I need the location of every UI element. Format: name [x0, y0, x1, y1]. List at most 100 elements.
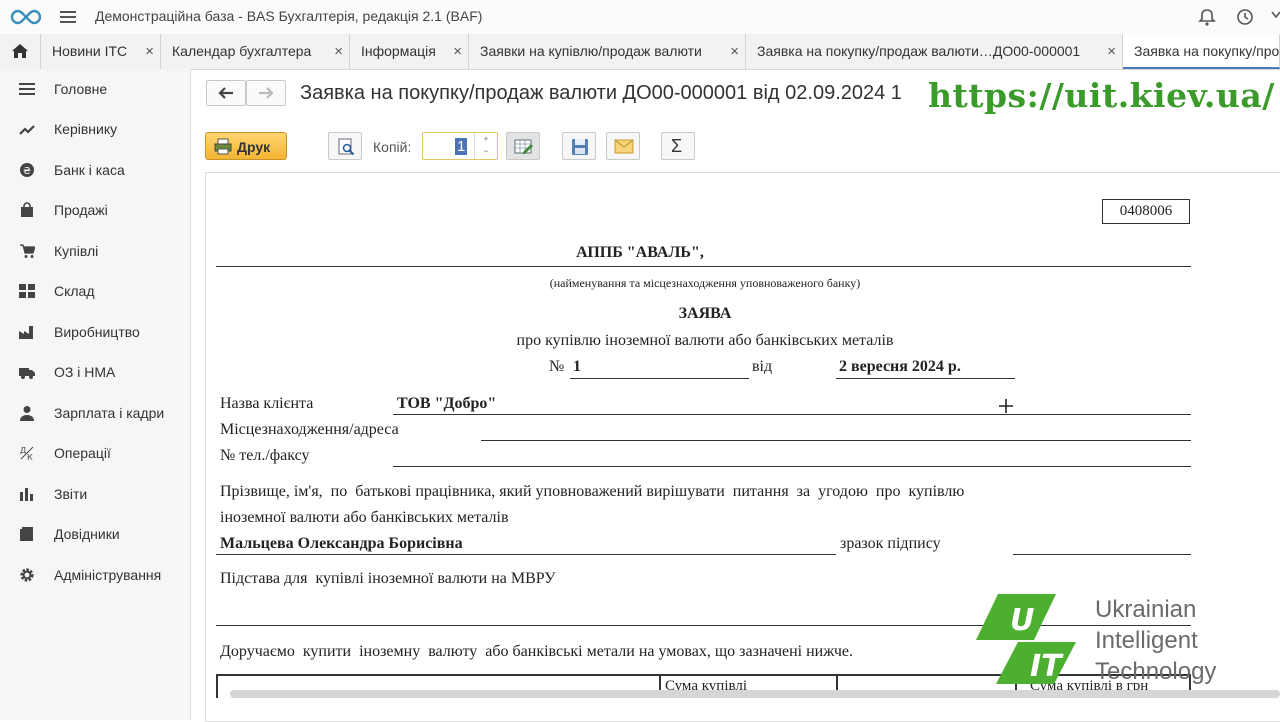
bank-caption: (найменування та місцезнаходження уповно… — [549, 276, 861, 290]
print-button-label: Друк — [237, 139, 271, 155]
save-icon — [572, 139, 588, 155]
copies-value[interactable]: 1 — [455, 138, 468, 155]
gear-icon — [20, 568, 34, 582]
sidebar-item-label: Звіти — [54, 486, 88, 502]
tab-bar: Новини ITC × Календар бухгалтера × Інформа… — [0, 34, 1280, 70]
sidebar-item-fixed-assets[interactable]: ОЗ і НМА — [0, 352, 190, 392]
sidebar-item-sales[interactable]: Продажі — [0, 190, 190, 230]
tab-label: Новини ITC — [52, 43, 128, 59]
sidebar-item-label: Довідники — [54, 526, 120, 542]
uit-line: Technology — [1095, 658, 1217, 685]
date-label: від — [752, 358, 773, 375]
uit-line: Intelligent — [1095, 627, 1198, 654]
sidebar-item-manager[interactable]: Керівнику — [0, 109, 190, 149]
svg-text:U: U — [1010, 603, 1034, 638]
tab-information[interactable]: Інформація × — [350, 34, 469, 69]
arrow-right-icon — [259, 87, 274, 99]
sidebar-item-salary-hr[interactable]: Зарплата і кадри — [0, 393, 190, 433]
client-label: Назва клієнта — [220, 395, 314, 412]
number-label: № — [549, 358, 565, 375]
authorized-person: Мальцева Олександра Борисівна — [220, 535, 463, 552]
currency-coin-icon: ₴ — [20, 163, 34, 177]
person-icon — [20, 406, 34, 421]
sidebar-item-catalogs[interactable]: Довідники — [0, 514, 190, 554]
uit-logo: U IT — [976, 594, 1076, 684]
edit-table-icon — [514, 139, 533, 154]
form-number: 0408006 — [1102, 199, 1190, 224]
title-bar: Демонстраційна база - BAS Бухгалтерія, р… — [0, 0, 1280, 34]
app-title: Демонстраційна база - BAS Бухгалтерія, р… — [95, 8, 483, 24]
sidebar-item-reports[interactable]: Звіти — [0, 474, 190, 514]
sidebar-item-label: Продажі — [54, 202, 108, 218]
authorized-underline — [216, 554, 836, 555]
truck-icon — [19, 368, 35, 379]
main-menu-icon[interactable] — [60, 9, 76, 25]
authorized-label-line2: іноземної валюти або банківських металів — [220, 509, 509, 526]
bell-icon[interactable] — [1197, 7, 1217, 27]
send-email-button[interactable] — [606, 132, 640, 160]
operations-icon: ДК — [20, 446, 34, 461]
app-logo-icon[interactable] — [10, 8, 42, 26]
tab-label: Заявка на покупку/продаж валюти…ДО00-000… — [757, 43, 1081, 59]
tab-currency-request-doc[interactable]: Заявка на покупку/продаж валюти…ДО00-000… — [746, 34, 1123, 69]
favorites-icon[interactable] — [1270, 7, 1280, 27]
edit-table-button[interactable] — [506, 132, 540, 160]
save-button[interactable] — [562, 132, 596, 160]
sidebar: Головне Керівнику ₴ Банк і каса Продажі … — [0, 69, 191, 720]
sidebar-item-label: Банк і каса — [54, 162, 125, 178]
copies-input[interactable]: 1 + − — [422, 132, 498, 160]
tab-home[interactable] — [0, 34, 41, 69]
history-icon[interactable] — [1235, 7, 1255, 27]
client-value: ТОВ "Добро" — [397, 395, 497, 412]
copies-stepper[interactable]: + − — [474, 133, 497, 159]
tab-itc-news[interactable]: Новини ITC × — [41, 34, 161, 69]
close-icon[interactable]: × — [1107, 43, 1116, 60]
svg-text:₴: ₴ — [23, 166, 31, 177]
close-icon[interactable]: × — [453, 43, 462, 60]
preview-button[interactable] — [328, 132, 362, 160]
phone-underline — [393, 466, 1191, 467]
sidebar-item-bank-cash[interactable]: ₴ Банк і каса — [0, 150, 190, 190]
sidebar-item-label: Керівнику — [54, 121, 118, 137]
envelope-icon — [614, 139, 634, 154]
tab-accountant-calendar[interactable]: Календар бухгалтера × — [161, 34, 350, 69]
sidebar-item-label: Адміністрування — [54, 567, 162, 583]
svg-text:Д: Д — [20, 446, 26, 455]
arrow-left-icon — [218, 87, 233, 99]
move-cursor-icon — [999, 399, 1013, 413]
tab-currency-request-print[interactable]: Заявка на покупку/продаж валюти — [1123, 34, 1280, 69]
forward-button[interactable] — [246, 80, 286, 106]
signature-underline — [1013, 554, 1191, 555]
sigma-icon: Σ — [671, 136, 683, 156]
sidebar-item-label: Операції — [54, 445, 111, 461]
phone-label: № тел./факсу — [220, 447, 310, 464]
sidebar-item-operations[interactable]: ДК Операції — [0, 433, 190, 473]
close-icon[interactable]: × — [334, 43, 343, 60]
menu-lines-icon — [19, 83, 35, 95]
close-icon[interactable]: × — [730, 43, 739, 60]
bank-name: АППБ "АВАЛЬ", — [576, 244, 704, 261]
uit-line: Ukrainian — [1095, 596, 1197, 623]
date-value: 2 вересня 2024 р. — [839, 358, 961, 375]
spin-up-icon[interactable]: + — [475, 133, 497, 145]
client-underline — [393, 414, 1191, 415]
sidebar-item-administration[interactable]: Адміністрування — [0, 555, 190, 595]
back-button[interactable] — [206, 80, 246, 106]
form-subheading: про купівлю іноземної валюти або банківс… — [516, 332, 894, 349]
print-button[interactable]: Друк — [205, 132, 287, 160]
sum-button[interactable]: Σ — [661, 132, 695, 160]
basis-label: Підстава для купівлі іноземної валюти на… — [220, 570, 556, 587]
instruction-text: Доручаємо купити іноземну валюту або бан… — [220, 643, 854, 660]
svg-text:К: К — [27, 453, 33, 461]
horizontal-scrollbar[interactable] — [230, 690, 1280, 698]
trend-chart-icon — [19, 125, 35, 135]
sidebar-item-main[interactable]: Головне — [0, 69, 190, 109]
date-underline — [836, 378, 1015, 379]
tab-label: Заявка на покупку/продаж валюти — [1134, 43, 1280, 59]
sidebar-item-label: Зарплата і кадри — [54, 405, 165, 421]
number-value: 1 — [573, 358, 581, 375]
tab-label: Заявки на купівлю/продаж валюти — [480, 43, 702, 59]
tab-currency-requests[interactable]: Заявки на купівлю/продаж валюти × — [469, 34, 746, 69]
close-icon[interactable]: × — [145, 43, 154, 60]
spin-down-icon[interactable]: − — [475, 145, 497, 157]
